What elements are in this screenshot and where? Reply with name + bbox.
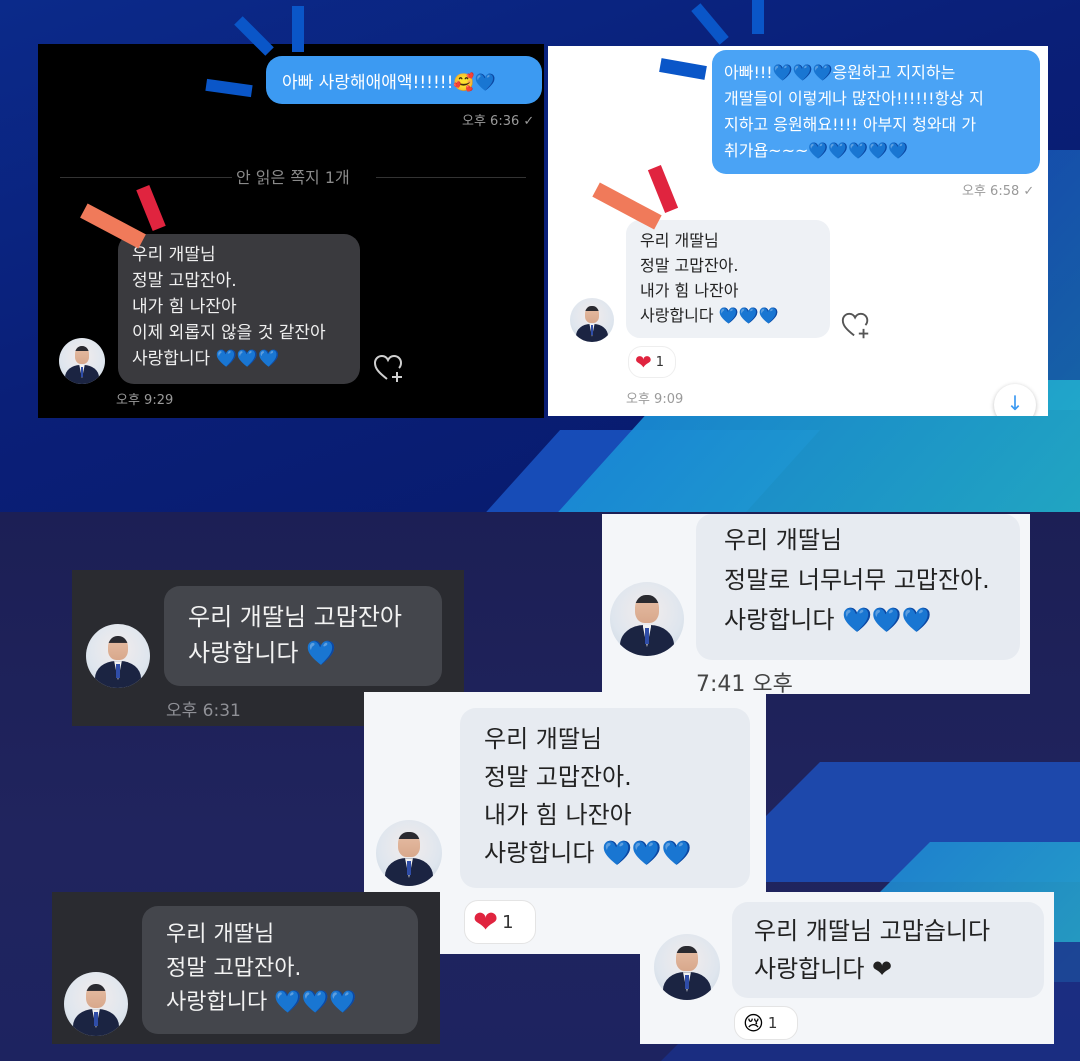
avatar[interactable] — [86, 624, 150, 688]
reply-bubble: 우리 개딸님 정말 고맙잔아. 내가 힘 나잔아 사랑합니다 💙💙💙 — [460, 708, 750, 888]
reply-bubble: 우리 개딸님 정말 고맙잔아. 내가 힘 나잔아 사랑합니다 💙💙💙 — [626, 220, 830, 338]
unread-divider: 안 읽은 쪽지 1개 — [236, 168, 350, 187]
unread-divider-line — [60, 177, 232, 178]
reply-time: 오후 9:09 — [626, 392, 684, 407]
reaction-badge[interactable]: ❤ 1 — [628, 346, 676, 378]
chat-card: 우리 개딸님 정말 고맙잔아. 사랑합니다 💙💙💙 — [52, 892, 440, 1044]
unread-divider-line — [376, 177, 526, 178]
heart-icon: ❤ — [473, 904, 499, 940]
accent-mark — [292, 6, 304, 52]
reply-time: 오후 6:31 — [166, 701, 241, 721]
heart-plus-icon[interactable] — [372, 352, 406, 386]
reaction-count: 1 — [502, 911, 514, 933]
chat-card: 우리 개딸님 고맙습니다 사랑합니다 ❤ 😢 1 — [640, 892, 1054, 1044]
accent-mark — [752, 0, 764, 34]
chat-card: 우리 개딸님 정말로 너무너무 고맙잔아. 사랑합니다 💙💙💙 7:41 오후 — [602, 514, 1030, 694]
reply-bubble: 우리 개딸님 정말 고맙잔아. 사랑합니다 💙💙💙 — [142, 906, 418, 1034]
reply-bubble: 우리 개딸님 정말 고맙잔아. 내가 힘 나잔아 이제 외롭지 않을 것 같잔아… — [118, 234, 360, 384]
avatar[interactable] — [64, 972, 128, 1036]
reaction-count: 1 — [655, 354, 665, 370]
avatar[interactable] — [654, 934, 720, 1000]
my-message-bubble: 아빠!!!💙💙💙응원하고 지지하는 개딸들이 이렇게나 많잔아!!!!!!항상 … — [712, 50, 1040, 174]
reaction-count: 1 — [767, 1014, 778, 1032]
avatar[interactable] — [570, 298, 614, 342]
avatar[interactable] — [376, 820, 442, 886]
scroll-down-button[interactable]: ↓ — [994, 384, 1036, 416]
light-chat-panel: 아빠!!!💙💙💙응원하고 지지하는 개딸들이 이렇게나 많잔아!!!!!!항상 … — [548, 46, 1048, 416]
reply-bubble: 우리 개딸님 정말로 너무너무 고맙잔아. 사랑합니다 💙💙💙 — [696, 514, 1020, 660]
reply-bubble: 우리 개딸님 고맙습니다 사랑합니다 ❤ — [732, 902, 1044, 998]
heart-icon: ❤ — [635, 350, 652, 374]
avatar[interactable] — [610, 582, 684, 656]
heart-plus-icon[interactable] — [840, 310, 872, 342]
arrow-down-icon: ↓ — [1006, 391, 1024, 415]
message-time: 오후 6:36 ✓ — [462, 114, 535, 129]
reply-time: 7:41 오후 — [696, 672, 793, 694]
sad-face-icon: 😢 — [743, 1011, 764, 1035]
avatar[interactable] — [59, 338, 105, 384]
my-message-bubble: 아빠 사랑해애애액!!!!!!🥰💙 — [266, 56, 542, 104]
message-time: 오후 6:58 ✓ — [962, 184, 1035, 199]
reply-bubble: 우리 개딸님 고맙잔아 사랑합니다 💙 — [164, 586, 442, 686]
reaction-badge[interactable]: 😢 1 — [734, 1006, 798, 1040]
reaction-badge[interactable]: ❤ 1 — [464, 900, 536, 944]
reply-time: 오후 9:29 — [116, 393, 174, 408]
